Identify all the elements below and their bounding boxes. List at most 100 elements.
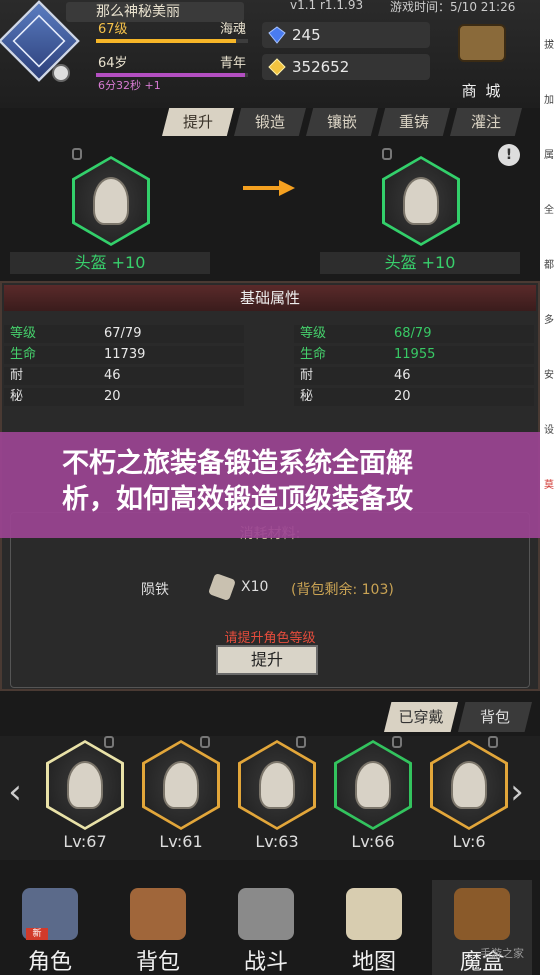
lock-icon [104,736,114,748]
system-strip-item[interactable]: 设 [544,425,558,437]
level-warning: 请提升角色等级 [224,631,316,646]
system-strip-item[interactable]: 拔 [544,40,558,52]
nav-label: 背包 [135,950,180,975]
system-strip-item[interactable]: 加 [544,95,558,107]
helmet-icon [67,761,103,809]
attr-key: 生命 [10,347,37,362]
item-frame [334,740,412,830]
timer-text: 6分32秒 +1 [98,79,161,92]
warning-icon[interactable]: ! [498,144,520,166]
lock-icon [72,148,82,160]
game-clock: 游戏时间：5/10 21:26 [390,0,516,14]
new-badge: 新 [26,928,48,940]
system-strip-item[interactable]: 全 [544,205,558,217]
item-frame [430,740,508,830]
material-count: X10 [241,579,269,595]
equipment-slot[interactable]: Lv:66 [330,736,416,860]
upgrade-button[interactable]: 提升 [216,645,318,675]
gem-counter[interactable]: 245 [262,22,430,48]
arrow-right-icon [243,180,295,196]
equipment-compare: 头盔 +10 头盔 +10 [0,140,540,278]
tab-bag[interactable]: 背包 [458,702,532,732]
level-label: 67级 [98,22,128,37]
item-level: Lv:6 [452,832,486,851]
consume-panel: 消耗材料: 陨铁 X10 (背包剩余: 103) 请提升角色等级 提升 [10,512,530,688]
nav-item[interactable]: 地图 [324,880,424,975]
lock-icon [488,736,498,748]
tab-infuse[interactable]: 灌注 [450,108,522,136]
equipment-slot[interactable]: Lv:63 [234,736,320,860]
item-frame [142,740,220,830]
nav-icon [346,888,402,940]
attr-value: 20 [394,389,411,404]
next-item-frame[interactable] [382,156,460,246]
helmet-icon [403,177,439,225]
attr-row: 秘 20 [294,388,534,406]
level-progress-bar [96,39,248,43]
nav-label: 战斗 [243,950,288,975]
attr-key: 耐 [300,368,314,383]
tab-upgrade[interactable]: 提升 [162,108,234,136]
attr-key: 等级 [10,326,37,341]
chevron-left-icon[interactable]: ‹ [2,772,28,812]
attr-row: 秘 20 [4,388,244,406]
attributes-title: 基础属性 [4,285,536,311]
system-strip-item[interactable]: 莫 [544,480,558,492]
next-item-label: 头盔 +10 [320,252,520,274]
attr-key: 秘 [10,389,24,404]
nav-icon [454,888,510,940]
attr-value: 11955 [394,347,436,362]
gold-counter[interactable]: 352652 [262,54,430,80]
system-strip: 拔加属全都多安设莫 [540,0,559,975]
item-level: Lv:67 [63,832,107,851]
bottom-nav: 新角色 背包 战斗 地图 魔盒 [0,880,540,975]
attr-key: 耐 [10,368,24,383]
equipment-slot[interactable]: Lv:67 [42,736,128,860]
attr-value: 67/79 [104,326,142,341]
helmet-icon [93,177,129,225]
current-item-frame[interactable] [72,156,150,246]
equipment-slot[interactable]: Lv:6 [426,736,512,860]
chest-icon [458,24,506,62]
attr-row: 耐 46 [4,367,244,385]
gem-icon [268,26,286,44]
attr-value: 46 [394,368,411,383]
nav-item[interactable]: 背包 [108,880,208,975]
item-level: Lv:61 [159,832,203,851]
armor-icon [163,761,199,809]
system-strip-item[interactable]: 多 [544,315,558,327]
system-strip-item[interactable]: 安 [544,370,558,382]
watermark: 手游之家 [480,947,524,960]
nav-icon [238,888,294,940]
gold-icon [268,58,286,76]
bracer-icon [259,761,295,809]
system-strip-item[interactable]: 都 [544,260,558,272]
attr-key: 生命 [300,347,327,362]
tab-inlay[interactable]: 镶嵌 [306,108,378,136]
lock-icon [392,736,402,748]
tab-equipped[interactable]: 已穿戴 [384,702,458,732]
attr-row: 生命 11739 [4,346,244,364]
attr-value: 11739 [104,347,146,362]
gold-value: 352652 [292,58,350,76]
shop-button[interactable]: 商 城 [452,22,512,100]
level-row: 67级 海魂 [96,22,248,38]
attr-key: 等级 [300,326,327,341]
current-item-label: 头盔 +10 [10,252,210,274]
tab-forge[interactable]: 锻造 [234,108,306,136]
ore-icon [207,572,237,602]
nav-item[interactable]: 战斗 [216,880,316,975]
system-strip-item[interactable]: 属 [544,150,558,162]
attr-value: 46 [104,368,121,383]
nav-label: 角色 [27,950,72,975]
nav-item[interactable]: 新角色 [0,880,100,975]
tab-recast[interactable]: 重铸 [378,108,450,136]
article-title-banner: 不朽之旅装备锻造系统全面解 析，如何高效锻造顶级装备攻 [0,432,559,538]
equipment-slot[interactable]: Lv:61 [138,736,224,860]
age-label: 64岁 [98,56,128,71]
age-stage: 青年 [219,56,246,71]
nav-icon [130,888,186,940]
banner-line-2: 析，如何高效锻造顶级装备攻 [62,484,413,515]
item-frame [46,740,124,830]
forge-tabs: 提升 锻造 镶嵌 重铸 灌注 [162,108,522,138]
